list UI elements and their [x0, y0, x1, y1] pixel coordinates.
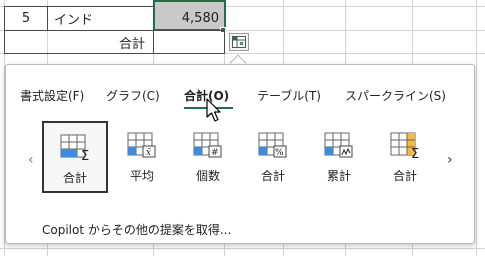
scroll-right-arrow[interactable]: ›: [447, 152, 453, 168]
mouse-cursor-icon: [206, 98, 221, 122]
row-number: 5: [21, 11, 31, 26]
value-cell[interactable]: 4,580: [153, 6, 223, 30]
quick-analysis-icon: [232, 36, 246, 48]
tab-formatting[interactable]: 書式設定(F): [20, 87, 84, 104]
percent-total-icon: %: [258, 132, 287, 158]
grid-line: [0, 248, 485, 249]
country-cell[interactable]: インド: [47, 6, 154, 31]
quick-analysis-button[interactable]: [229, 33, 249, 51]
total-option-column-sum[interactable]: Σ 合計: [372, 121, 438, 193]
total-option-count[interactable]: # 個数: [175, 121, 241, 193]
total-option-percent[interactable]: % 合計: [240, 121, 306, 193]
average-icon: x̄: [127, 132, 156, 158]
total-option-label: 個数: [195, 169, 220, 183]
total-option-label: 累計: [326, 169, 351, 183]
svg-text:#: #: [211, 148, 219, 158]
row-number-cell[interactable]: 5: [4, 6, 48, 31]
sum-icon: Σ: [60, 134, 89, 161]
total-option-average[interactable]: x̄ 平均: [109, 121, 175, 193]
total-option-label: 平均: [129, 169, 154, 183]
svg-text:Σ: Σ: [411, 147, 419, 159]
country-name: インド: [54, 13, 94, 28]
copilot-suggestions-link[interactable]: Copilot からその他の提案を取得...: [42, 221, 231, 238]
total-label: 合計: [118, 36, 145, 52]
total-option-sum[interactable]: Σ 合計: [42, 121, 108, 193]
quick-analysis-panel: 書式設定(F) グラフ(C) 合計(O) テーブル(T) スパークライン(S) …: [5, 64, 475, 244]
total-option-label: 合計: [260, 169, 285, 183]
scroll-left-arrow[interactable]: ‹: [28, 152, 34, 168]
svg-text:%: %: [275, 148, 284, 158]
svg-text:Σ: Σ: [81, 149, 89, 161]
count-icon: #: [193, 132, 222, 158]
total-option-label: 合計: [62, 171, 87, 185]
tab-tables[interactable]: テーブル(T): [257, 87, 321, 104]
running-total-icon: [324, 132, 353, 158]
total-option-label: 合計: [392, 169, 417, 183]
column-sum-icon: Σ: [390, 132, 419, 159]
value-text: 4,580: [181, 10, 219, 26]
tab-charts[interactable]: グラフ(C): [106, 87, 160, 104]
svg-text:x̄: x̄: [146, 148, 151, 158]
grid-line: [476, 0, 477, 256]
total-label-cell[interactable]: 合計: [4, 30, 154, 54]
total-value-cell[interactable]: [153, 30, 225, 54]
total-option-running-total[interactable]: 累計: [306, 121, 372, 193]
tab-sparklines[interactable]: スパークライン(S): [345, 87, 446, 104]
